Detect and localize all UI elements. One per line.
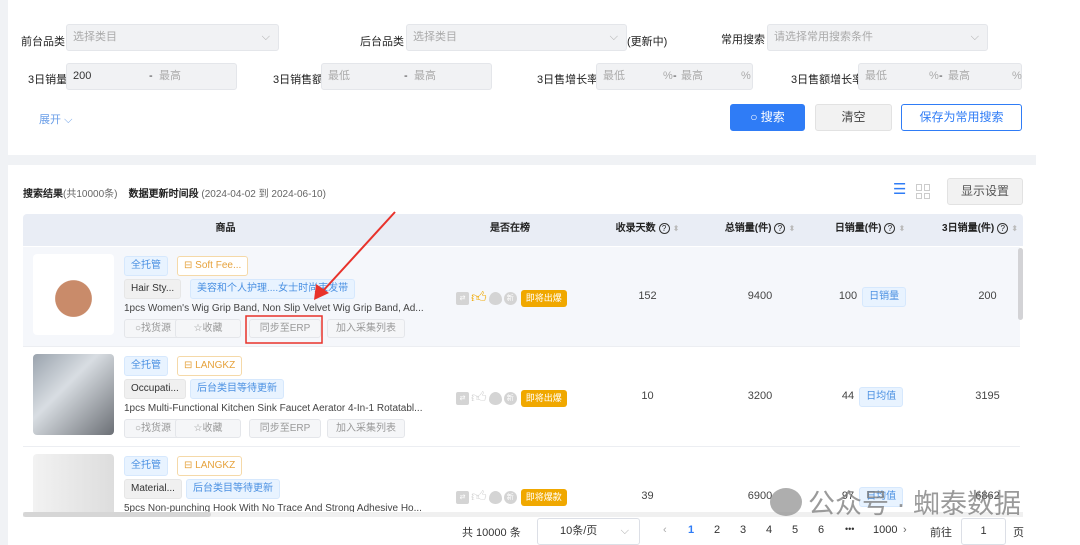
page-button-1000[interactable]: 1000 (873, 524, 897, 536)
chevron-down-icon: ⌵ (620, 525, 629, 537)
goto-label: 前往 (930, 527, 952, 539)
watermark-text: 公众号 · 蜘泰数据 (808, 489, 1021, 519)
annotation-highlight-box (245, 315, 323, 344)
wechat-icon (770, 487, 802, 516)
prev-page-button[interactable]: ‹ (663, 524, 667, 536)
page-button-5[interactable]: 5 (792, 524, 798, 536)
watermark: 公众号 · 蜘泰数据 (770, 482, 1021, 521)
page-ellipsis[interactable]: ••• (845, 524, 854, 534)
page-button-3[interactable]: 3 (740, 524, 746, 536)
page-button-6[interactable]: 6 (818, 524, 824, 536)
annotation-overlay (245, 211, 396, 344)
annotation-arrow (321, 211, 396, 293)
next-page-button[interactable]: › (903, 524, 907, 536)
page-size-value: 10条/页 (560, 525, 598, 537)
page-button-4[interactable]: 4 (766, 524, 772, 536)
goto-page-input[interactable]: 1 (961, 518, 1006, 545)
page-button-2[interactable]: 2 (714, 524, 720, 536)
goto-unit: 页 (1013, 527, 1024, 539)
pagination-total: 共 10000 条 (462, 527, 521, 539)
page-button-1[interactable]: 1 (688, 524, 694, 536)
page-size-select[interactable]: 10条/页 ⌵ (537, 518, 640, 545)
